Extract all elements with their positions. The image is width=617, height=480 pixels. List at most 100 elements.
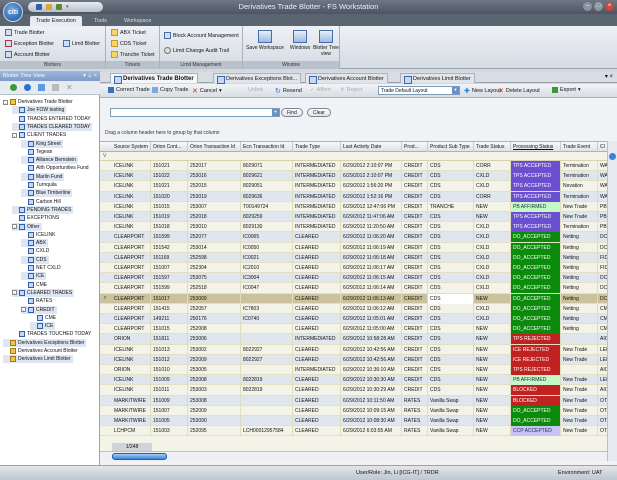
tree-item[interactable]: - CLEARED TRADES	[12, 288, 75, 297]
tree-item[interactable]: TRADES TOUCHED TODAY	[12, 330, 93, 338]
vertical-scrollbar[interactable]	[607, 141, 617, 461]
tree-item[interactable]: Alliance Bernstein	[21, 156, 79, 165]
column-header[interactable]: Trade Event	[561, 142, 598, 152]
tree-item[interactable]: TRADES CLEARED TODAY	[12, 122, 93, 131]
expand-toggle-icon[interactable]: -	[12, 290, 17, 296]
clear-button[interactable]: Clear	[307, 108, 331, 117]
tree-item[interactable]: CDS	[21, 255, 49, 264]
table-row[interactable]: ICELINK 151009 252008 8022819 CLEARED 6/29/20…	[100, 375, 607, 386]
chevron-down-icon[interactable]: ▼	[272, 109, 279, 116]
tab-tools[interactable]: Tools	[88, 16, 113, 26]
table-row[interactable]: CLEARPORT 151169 252598 IC0021 CLEARED 6/29/2…	[100, 252, 607, 263]
new-layout-button[interactable]: ✚ New Layout	[464, 87, 501, 95]
refresh-icon[interactable]	[10, 84, 17, 91]
table-row[interactable]: LCHPCM 151003 252095 LCH00012957584 CLEARED 6…	[100, 426, 607, 437]
table-row[interactable]: ICELINK 151019 252018 8029259 INTERMEDIATED 6…	[100, 212, 607, 223]
tree-item[interactable]: - Derivatives Trade Blotter	[3, 98, 75, 106]
scrollbar-thumb[interactable]	[112, 453, 167, 460]
export-button[interactable]: Export ▾	[552, 87, 581, 93]
tree-item[interactable]: CXLD	[21, 247, 51, 255]
table-row[interactable]: CLEARPORT 151015 252008 CLEARED 6/29/2012 11…	[100, 324, 607, 335]
tree-item[interactable]: Blue Timberline	[21, 189, 73, 198]
column-header[interactable]: Ecn Transaction Id	[241, 142, 293, 152]
table-row[interactable]: MARKITWIRE 151009 253008 CLEARED 6/29/2012 1…	[100, 395, 607, 406]
tree-item[interactable]: ABX	[21, 239, 49, 248]
tree-item[interactable]: NET CXLD	[21, 264, 63, 272]
tree-item[interactable]: - Other	[12, 222, 42, 231]
tree-item[interactable]: RATES	[21, 297, 54, 305]
column-header[interactable]: Source System	[112, 142, 151, 152]
expand-toggle-icon[interactable]: -	[3, 99, 8, 105]
affirm-button[interactable]: ✓ Affirm	[310, 87, 331, 93]
doc-tab-trade-blotter[interactable]: Derivatives Trade Blotter	[110, 73, 198, 84]
tree-item[interactable]: Joe FOW testing	[12, 106, 67, 115]
resend-button[interactable]: ↻ Resend	[275, 87, 302, 95]
doc-tab-account-blotter[interactable]: Derivatives Account Blotter	[305, 73, 388, 84]
copy-icon[interactable]	[52, 84, 59, 91]
scrollbar-thumb[interactable]	[609, 153, 616, 160]
table-row[interactable]: CLEARPORT 149211 250176 IC0740 CLEARED 6/29/2…	[100, 314, 607, 325]
tree-item[interactable]: King Street	[21, 139, 63, 148]
expand-toggle-icon[interactable]: -	[21, 307, 26, 312]
expand-toggle-icon[interactable]: -	[12, 224, 17, 229]
block-account-management-button[interactable]: Block Account Management	[164, 32, 239, 39]
table-row[interactable]: ICELINK 151012 252009 8022927 CLEARED 6/29/20…	[100, 354, 607, 365]
cancel-button[interactable]: ✕ Cancel ▾	[192, 87, 222, 95]
table-row[interactable]: ICELINK 151021 252017 8029071 INTERMEDIATED 6…	[100, 161, 607, 172]
table-row[interactable]: ICELINK 151013 253002 8022927 CLEARED 6/29/20…	[100, 344, 607, 355]
table-row[interactable]: ICELINK 151018 253010 8029130 INTERMEDIATED 6…	[100, 222, 607, 233]
app-logo[interactable]: citi	[3, 2, 23, 22]
cell-editor[interactable]: CDS	[428, 293, 474, 304]
reject-button[interactable]: ✕ Reject	[340, 87, 362, 93]
save-workspace-button[interactable]: Save Workspace	[245, 30, 285, 51]
table-row[interactable]: ICELINK 151015 253007 T00149724 INTERMEDIATE…	[100, 201, 607, 212]
trade-blotter-button[interactable]: Trade Blotter	[5, 29, 44, 36]
column-header[interactable]: Orion Transaction Id	[188, 142, 241, 152]
tree-item[interactable]: Alth Opportunities Fund	[21, 164, 91, 172]
tree-item[interactable]: ICELINK	[21, 231, 57, 239]
search-input[interactable]: ▼	[110, 108, 280, 117]
tree-item[interactable]: Derivatives Exceptions Blotter	[3, 338, 87, 347]
abx-ticket-button[interactable]: ABX Ticket	[111, 29, 146, 36]
column-header[interactable]: Trade Status	[474, 142, 511, 152]
tab-trade-execution[interactable]: Trade Execution	[30, 16, 82, 26]
copy-trade-button[interactable]: Copy Trade	[152, 87, 188, 93]
tree-item[interactable]: Marlin Fund	[21, 172, 65, 181]
maximize-button[interactable]: □	[594, 2, 603, 11]
tree-item[interactable]: ICE	[21, 272, 47, 281]
tree-item[interactable]: Derivatives Limit Blotter	[3, 355, 73, 364]
table-row[interactable]: CLEARPORT 151542 253014 IC0050 CLEARED 6/29/2…	[100, 242, 607, 253]
column-header[interactable]: Cl	[598, 142, 607, 152]
edit-icon[interactable]	[24, 84, 31, 91]
horizontal-scrollbar[interactable]	[100, 451, 607, 461]
table-row[interactable]: ORION 151811 253006 INTERMEDIATED 6/29/2012 …	[100, 334, 607, 345]
tranche-ticket-button[interactable]: Tranche Ticket	[111, 51, 155, 58]
windows-button[interactable]: Windows	[288, 30, 312, 51]
limit-change-audit-button[interactable]: Limit Change Audit Trail	[164, 47, 229, 54]
tree-item[interactable]: CME	[21, 281, 49, 289]
unlink-button[interactable]: Unlink	[248, 87, 263, 93]
cds-ticket-button[interactable]: CDS Ticket	[111, 40, 147, 47]
exception-blotter-button[interactable]: Exception Blotter	[5, 40, 54, 47]
delete-icon[interactable]: ✕	[66, 83, 73, 92]
correct-trade-button[interactable]: Correct Trade	[108, 87, 150, 93]
expand-toggle-icon[interactable]: -	[12, 132, 17, 138]
table-row[interactable]: ICELINK 151020 253019 8029636 INTERMEDIATED 6…	[100, 191, 607, 202]
table-row[interactable]: CLEARPORT 151599 252077 IC0065 CLEARED 6/29/2…	[100, 232, 607, 243]
tree-item[interactable]: Turnquila	[21, 181, 59, 189]
layout-select[interactable]: Trade Default Layout ▼	[378, 86, 460, 95]
column-header[interactable]: Processing Status	[511, 142, 561, 152]
table-row[interactable]: MARKITWIRE 151007 252009 CLEARED 6/29/2012 1…	[100, 405, 607, 416]
table-row[interactable]: CLEARPORT 151599 252518 IC0047 CLEARED 6/29/2…	[100, 283, 607, 294]
close-button[interactable]: ×	[605, 2, 614, 11]
tree-item[interactable]: Carbon Hill	[21, 198, 63, 206]
tree-item[interactable]: - CREDIT	[21, 305, 57, 314]
minimize-button[interactable]: –	[583, 2, 592, 11]
doc-tab-exceptions-blotter[interactable]: Derivatives Exceptions Blot...	[213, 73, 302, 84]
find-button[interactable]: Find	[281, 108, 303, 117]
column-header[interactable]: Last Activity Date	[341, 142, 402, 152]
table-row[interactable]: MARKITWIRE 151005 253090 CLEARED 6/29/2012 1…	[100, 416, 607, 427]
tree-item[interactable]: EXCEPTIONS	[12, 214, 61, 222]
chevron-down-icon[interactable]: ▼	[452, 87, 459, 94]
account-blotter-button[interactable]: Account Blotter	[5, 51, 50, 58]
